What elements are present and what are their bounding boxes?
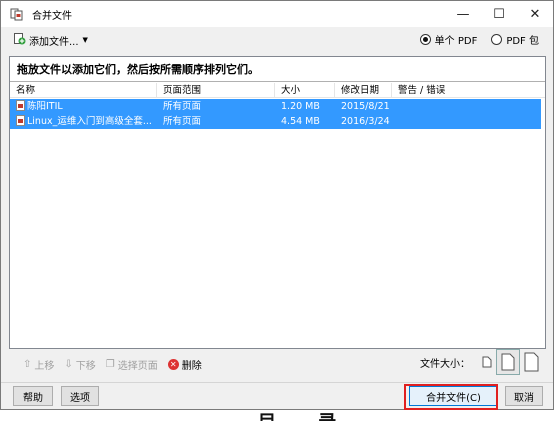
output-type-options: 单个 PDF PDF 包 [406,32,539,47]
radio-selected-icon [419,34,431,45]
minimize-button[interactable]: — [445,1,481,27]
column-header-name[interactable]: 名称 [10,83,157,98]
large-page-icon[interactable] [524,352,539,372]
window-controls: — ☐ ✕ [445,1,553,27]
add-files-label: 添加文件... [29,36,79,48]
file-size-selector: 文件大小： [420,349,539,375]
window-title: 合并文件 [32,10,72,22]
file-name: 陈阳ITIL [27,101,63,112]
arrow-down-icon: ⇩ [64,358,73,370]
background-heading: 目 录 [258,408,354,421]
radio-unselected-icon [491,34,503,45]
maximize-button[interactable]: ☐ [481,1,517,27]
pdf-portfolio-radio[interactable]: PDF 包 [491,32,539,47]
column-header-warnings[interactable]: 警告 / 错误 [392,83,541,98]
move-up-label: 上移 [34,360,55,372]
delete-label: 删除 [181,360,202,372]
chevron-down-icon: ▼ [82,36,88,44]
close-button[interactable]: ✕ [517,1,553,27]
drop-instruction: 拖放文件以添加它们，然后按所需顺序排列它们。 [10,57,545,82]
file-list-panel[interactable]: 拖放文件以添加它们，然后按所需顺序排列它们。 名称 页面范围 大小 修改日期 警… [9,56,546,349]
warning-cell [392,114,541,129]
combine-files-dialog: 合并文件 — ☐ ✕ 添加文件... ▼ 单个 PDF PDF 包 拖放文件以添… [0,0,554,410]
file-name: Linux_运维入门到高级全套... [27,116,152,127]
pdf-file-icon [16,100,25,111]
title-bar[interactable]: 合并文件 — ☐ ✕ [1,1,553,27]
delete-icon: ✕ [167,358,179,370]
options-button[interactable]: 选项 [61,386,99,406]
file-size-label: 文件大小： [420,358,470,370]
move-down-label: 下移 [75,360,96,372]
toolbar: 添加文件... ▼ 单个 PDF PDF 包 [1,27,553,53]
table-row[interactable]: Linux_运维入门到高级全套... 所有页面 4.54 MB 2016/3/2… [10,114,541,129]
default-page-icon[interactable] [496,349,520,375]
table-row[interactable]: 陈阳ITIL 所有页面 1.20 MB 2015/8/21 ... [10,99,541,114]
modified-cell: 2016/3/24 ... [341,116,392,127]
combine-files-app-icon [10,7,24,21]
arrow-up-icon: ⇧ [23,358,32,370]
column-header-modified[interactable]: 修改日期 [335,83,392,98]
add-file-icon [13,32,26,48]
merge-files-button[interactable]: 合并文件(C) [409,386,498,406]
add-files-button[interactable]: 添加文件... ▼ [13,32,88,48]
choose-pages-label: 选择页面 [117,360,158,372]
modified-cell: 2015/8/21 ... [341,101,392,112]
pdf-portfolio-label: PDF 包 [506,36,539,47]
choose-pages-button[interactable]: ❐ 选择页面 [106,357,158,372]
column-header-size[interactable]: 大小 [275,83,335,98]
file-table-header: 名称 页面范围 大小 修改日期 警告 / 错误 [10,83,545,98]
move-up-button[interactable]: ⇧ 上移 [23,357,54,372]
pages-icon: ❐ [105,358,115,370]
delete-button[interactable]: ✕ 删除 [167,357,202,372]
small-page-icon[interactable] [482,356,492,368]
file-name-cell: Linux_运维入门到高级全套... [10,114,157,129]
size-cell: 1.20 MB [281,101,320,112]
warning-cell [392,99,541,114]
cancel-button[interactable]: 取消 [505,386,543,406]
pdf-file-icon [16,115,25,126]
size-cell: 4.54 MB [281,116,320,127]
single-pdf-radio[interactable]: 单个 PDF [419,32,478,47]
file-name-cell: 陈阳ITIL [10,99,157,114]
page-range-cell: 所有页面 [163,116,202,127]
single-pdf-label: 单个 PDF [434,36,478,47]
footer-buttons: 帮助 选项 合并文件(C) 取消 [1,386,553,408]
page-range-cell: 所有页面 [163,101,202,112]
move-down-button[interactable]: ⇩ 下移 [64,357,95,372]
column-header-page-range[interactable]: 页面范围 [157,83,275,98]
help-button[interactable]: 帮助 [13,386,53,406]
footer-divider [1,382,553,383]
